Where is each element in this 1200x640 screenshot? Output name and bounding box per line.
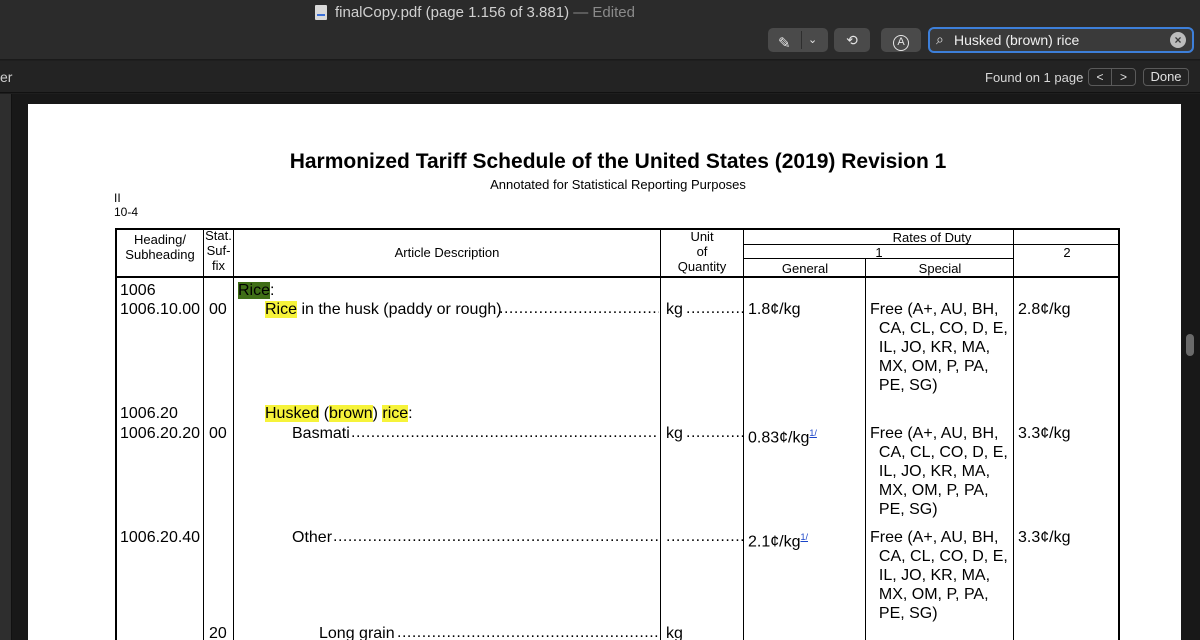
search-icon: ⌕ xyxy=(936,31,944,47)
rotate-icon: ⟲ xyxy=(846,32,858,48)
search-match: rice xyxy=(382,405,409,422)
next-result-button[interactable]: > xyxy=(1112,69,1135,85)
rotate-button[interactable]: ⟲ xyxy=(834,28,870,52)
section-number: II xyxy=(114,191,121,205)
leader-dots: ........................................… xyxy=(351,424,659,441)
description-cell: Other xyxy=(292,529,333,546)
description-cell: Husked (brown) rice: xyxy=(265,405,413,422)
heading-cell: 1006.20.20 xyxy=(120,425,201,442)
special-rate-cell: Free (A+, AU, BH, CA, CL, CO, D, E, IL, … xyxy=(870,301,1008,394)
footnote-link[interactable]: 1/ xyxy=(809,428,817,438)
heading-cell: 1006 xyxy=(120,282,156,299)
search-match-current: Rice xyxy=(238,282,271,299)
header-special: Special xyxy=(918,261,962,276)
leader-dots: ...................... xyxy=(686,424,743,441)
unit-cell: kg xyxy=(666,425,683,442)
leader-dots: ...................... xyxy=(686,300,743,317)
description-cell: Rice in the husk (paddy or rough) xyxy=(265,301,502,318)
chapter-label: II 10-4 xyxy=(114,191,138,219)
clear-search-icon[interactable]: × xyxy=(1170,32,1186,48)
window-titlebar: finalCopy.pdf (page 1.156 of 3.881) — Ed… xyxy=(0,0,1200,26)
divider xyxy=(801,31,802,49)
unit-cell: kg xyxy=(666,301,683,318)
header-column-2: 2 xyxy=(1063,245,1071,260)
heading-cell: 1006.10.00 xyxy=(120,301,201,318)
doc-name: finalCopy.pdf xyxy=(335,4,422,21)
page-title: Harmonized Tariff Schedule of the United… xyxy=(289,150,947,173)
column2-rate-cell: 2.8¢/kg xyxy=(1018,301,1071,318)
heading-cell: 1006.20.40 xyxy=(120,529,201,546)
general-rate-cell: 1.8¢/kg xyxy=(748,301,801,318)
search-match: Rice xyxy=(265,301,298,318)
sidebar-label-fragment: er xyxy=(0,69,13,85)
header-stat-suffix: Stat. Suf- fix xyxy=(205,228,232,273)
toolbar: ✎ ⌄ ⟲ A ⌕ × xyxy=(0,26,1200,60)
found-count-text: Found on 1 page xyxy=(985,70,1084,85)
footnote-link[interactable]: 1/ xyxy=(800,532,808,542)
header-heading-subheading: Heading/ Subheading xyxy=(125,232,195,262)
page-info: (page 1.156 of 3.881) xyxy=(425,4,570,21)
stat-suffix-cell: 00 xyxy=(209,301,227,318)
description-cell: Rice: xyxy=(238,282,275,299)
vertical-scrollbar[interactable] xyxy=(1186,334,1194,356)
stat-suffix-cell: 00 xyxy=(209,425,227,442)
highlight-markup-button[interactable]: ✎ ⌄ xyxy=(768,28,828,52)
search-match: Husked xyxy=(265,405,320,422)
stat-suffix-cell: 20 xyxy=(209,625,227,640)
window-title: finalCopy.pdf (page 1.156 of 3.881) — Ed… xyxy=(335,4,635,21)
page-number-label: 10-4 xyxy=(114,205,139,219)
pdf-page: Harmonized Tariff Schedule of the United… xyxy=(28,104,1181,640)
header-column-1: 1 xyxy=(875,245,883,260)
header-article-description: Article Description xyxy=(394,245,500,260)
search-match: brown xyxy=(329,405,373,422)
header-general: General xyxy=(781,261,829,276)
leader-dots: ........................................… xyxy=(397,624,659,640)
column2-rate-cell: 3.3¢/kg xyxy=(1018,529,1071,546)
leader-dots: ............................. xyxy=(666,528,743,545)
search-input[interactable] xyxy=(954,31,1164,49)
done-button[interactable]: Done xyxy=(1143,68,1189,86)
result-navigation: < > xyxy=(1088,68,1136,86)
markup-toolbar-button[interactable]: A xyxy=(881,28,921,52)
markup-circle-icon: A xyxy=(893,35,909,51)
page-subtitle: Annotated for Statistical Reporting Purp… xyxy=(490,177,746,192)
heading-cell: 1006.20 xyxy=(120,405,178,422)
pdf-document-icon xyxy=(315,5,327,20)
leader-dots: ........................................… xyxy=(499,300,659,317)
pen-icon: ✎ xyxy=(778,35,791,52)
header-unit-of-quantity: Unit of Quantity xyxy=(677,229,727,274)
special-rate-cell: Free (A+, AU, BH, CA, CL, CO, D, E, IL, … xyxy=(870,529,1008,622)
search-field[interactable]: ⌕ × xyxy=(928,27,1194,53)
unit-cell: kg xyxy=(666,625,683,640)
leader-dots: ........................................… xyxy=(333,528,659,545)
previous-result-button[interactable]: < xyxy=(1089,69,1112,85)
special-rate-cell: Free (A+, AU, BH, CA, CL, CO, D, E, IL, … xyxy=(870,425,1008,518)
header-rates-of-duty: Rates of Duty xyxy=(892,230,972,245)
chevron-down-icon[interactable]: ⌄ xyxy=(808,28,817,52)
general-rate-cell: 2.1¢/kg1/ xyxy=(748,532,808,551)
column2-rate-cell: 3.3¢/kg xyxy=(1018,425,1071,442)
document-viewer[interactable]: Harmonized Tariff Schedule of the United… xyxy=(0,94,1200,640)
edited-status: — Edited xyxy=(573,4,635,21)
tariff-table: Heading/ Subheading Stat. Suf- fix Artic… xyxy=(115,228,1120,640)
find-results-bar: er Found on 1 page < > Done xyxy=(0,61,1200,93)
sidebar-edge xyxy=(0,94,12,640)
general-rate-cell: 0.83¢/kg1/ xyxy=(748,428,817,447)
description-cell: Long grain xyxy=(319,625,395,640)
description-cell: Basmati xyxy=(292,425,350,442)
